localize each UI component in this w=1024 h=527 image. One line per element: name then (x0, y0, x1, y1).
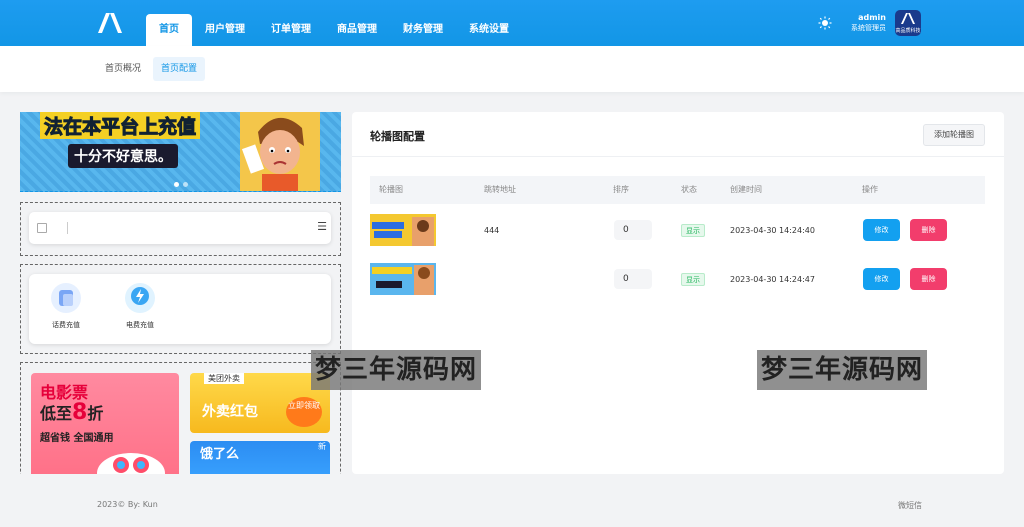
edit-button[interactable]: 修改 (863, 219, 900, 241)
takeout-redpacket-ad: 美团外卖 外卖红包 立即领取 (190, 373, 330, 433)
user-info[interactable]: admin 系统管理员 (842, 13, 886, 33)
column-header: 状态 (681, 185, 697, 194)
ad-takeout-title: 外卖红包 (202, 404, 258, 420)
banner-subline: 十分不好意思。 (68, 144, 178, 168)
column-header: 轮播图 (379, 185, 403, 194)
icon-nav-preview-block[interactable]: 话费充值 电费充值 (20, 264, 341, 354)
status-badge: 显示 (681, 224, 705, 237)
icon-label: 电费充值 (126, 321, 154, 329)
top-navbar: 首页 用户管理 订单管理 商品管理 财务管理 系统设置 admin 系统管理员 … (0, 0, 1024, 46)
nav-home[interactable]: 首页 (146, 14, 192, 46)
phone-recharge-icon (51, 283, 81, 313)
icon-item-electric-recharge: 电费充值 (115, 282, 165, 330)
carousel-config-card: 轮播图配置 添加轮播图 轮播图 跳转地址 排序 状态 创建时间 操作 444 0… (352, 112, 1004, 474)
footer-copyright: 2023© By: Kun (97, 500, 158, 509)
eleme-ad: 饿了么 新 (190, 441, 330, 474)
ad-takeout-badge: 立即领取 (286, 397, 322, 427)
card-title: 轮播图配置 (370, 130, 425, 143)
banner-preview[interactable]: 法在本平台上充值 十分不好意思。 (20, 112, 341, 192)
avatar[interactable]: 高品质科技 (895, 10, 921, 36)
nav-finance[interactable]: 财务管理 (390, 14, 456, 46)
add-carousel-button[interactable]: 添加轮播图 (923, 124, 985, 146)
created-time: 2023-04-30 14:24:47 (730, 275, 815, 284)
user-name: admin (858, 13, 886, 22)
delete-button[interactable]: 删除 (910, 219, 947, 241)
footer-link[interactable]: 微短信 (898, 500, 922, 511)
electric-recharge-icon (125, 283, 155, 313)
ad-movie-discount: 低至8折 (40, 400, 104, 425)
avatar-text: 高品质科技 (895, 28, 921, 34)
menu-icon: ☰ (317, 220, 327, 233)
table-row: 444 0 显示 2023-04-30 14:24:40 修改 删除 (370, 206, 985, 256)
broken-image-icon (37, 223, 47, 233)
table-header: 轮播图 跳转地址 排序 状态 创建时间 操作 (370, 176, 985, 204)
watermark: 梦三年源码网 (311, 350, 482, 390)
column-header: 创建时间 (730, 185, 762, 194)
status-badge: 显示 (681, 273, 705, 286)
created-time: 2023-04-30 14:24:40 (730, 226, 815, 235)
table-row: 0 显示 2023-04-30 14:24:47 修改 删除 (370, 255, 985, 305)
carousel-thumbnail[interactable] (370, 263, 436, 295)
icon-label: 话费充值 (52, 321, 80, 329)
nav-products[interactable]: 商品管理 (324, 14, 390, 46)
user-role: 系统管理员 (851, 24, 886, 32)
mobile-preview: 法在本平台上充值 十分不好意思。 ☰ 话费充值 电费充值 电影票 低至8折 超省… (20, 112, 341, 474)
ad-takeout-brand: 美团外卖 (204, 373, 244, 384)
watermark: 梦三年源码网 (757, 350, 928, 390)
movie-ticket-ad: 电影票 低至8折 超省钱 全国通用 (31, 373, 179, 474)
search-preview-block[interactable]: ☰ (20, 202, 341, 256)
app-logo[interactable] (96, 12, 124, 34)
icon-nav-card: 话费充值 电费充值 (29, 274, 331, 344)
banner-headline: 法在本平台上充值 (40, 112, 201, 139)
sort-input[interactable]: 0 (614, 220, 652, 240)
avatar-logo-icon (901, 13, 915, 24)
icon-item-phone-recharge: 话费充值 (41, 282, 91, 330)
search-bar-preview: ☰ (29, 212, 331, 244)
tab-home-overview[interactable]: 首页概况 (97, 57, 149, 81)
ad-eleme-logo: 饿了么 (200, 447, 240, 462)
cartoon-man-illustration (240, 112, 320, 191)
column-header: 跳转地址 (484, 185, 516, 194)
column-header: 排序 (613, 185, 629, 194)
ads-preview-block[interactable]: 电影票 低至8折 超省钱 全国通用 美团外卖 外卖红包 立即领取 饿了么 新 (20, 362, 341, 474)
nav-users[interactable]: 用户管理 (192, 14, 258, 46)
divider (67, 222, 68, 234)
nav-orders[interactable]: 订单管理 (258, 14, 324, 46)
theme-toggle-sun-icon[interactable] (818, 16, 832, 30)
ad-eleme-tag: 新 (318, 442, 326, 451)
banner-pagination-dots (172, 176, 190, 190)
sort-input[interactable]: 0 (614, 269, 652, 289)
delete-button[interactable]: 删除 (910, 268, 947, 290)
jump-url: 444 (484, 226, 500, 235)
column-header: 操作 (862, 185, 878, 194)
divider (352, 156, 1004, 157)
carousel-thumbnail[interactable] (370, 214, 436, 246)
edit-button[interactable]: 修改 (863, 268, 900, 290)
tab-home-config[interactable]: 首页配置 (153, 57, 206, 81)
sub-tab-bar: 首页概况 首页配置 (0, 46, 1024, 92)
main-nav: 首页 用户管理 订单管理 商品管理 财务管理 系统设置 (146, 14, 522, 46)
nav-settings[interactable]: 系统设置 (456, 14, 522, 46)
cat-mascot-illustration (97, 453, 165, 474)
